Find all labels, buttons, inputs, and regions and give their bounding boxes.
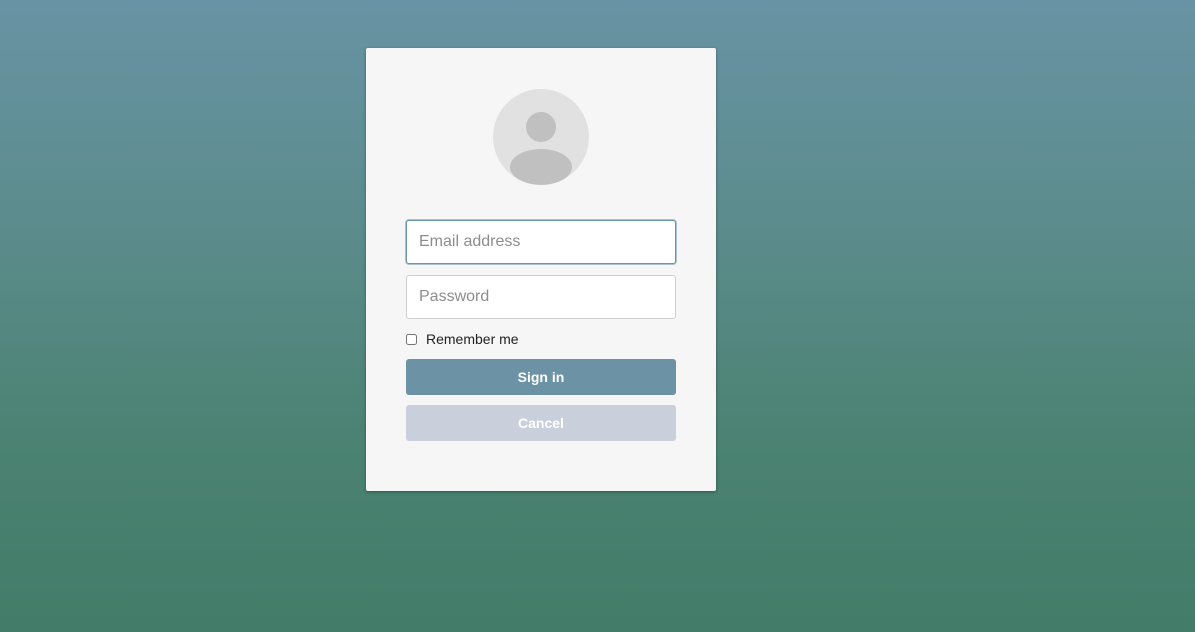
- user-avatar-icon: [493, 89, 589, 185]
- password-field[interactable]: [406, 275, 676, 319]
- person-silhouette-icon: [510, 112, 572, 185]
- remember-me-label: Remember me: [426, 331, 519, 347]
- remember-me-checkbox[interactable]: [406, 333, 417, 345]
- sign-in-button[interactable]: Sign in: [406, 359, 676, 395]
- remember-me-row[interactable]: Remember me: [406, 330, 519, 348]
- email-field[interactable]: [406, 220, 676, 264]
- cancel-button[interactable]: Cancel: [406, 405, 676, 441]
- login-card: Remember me Sign in Cancel: [366, 48, 716, 491]
